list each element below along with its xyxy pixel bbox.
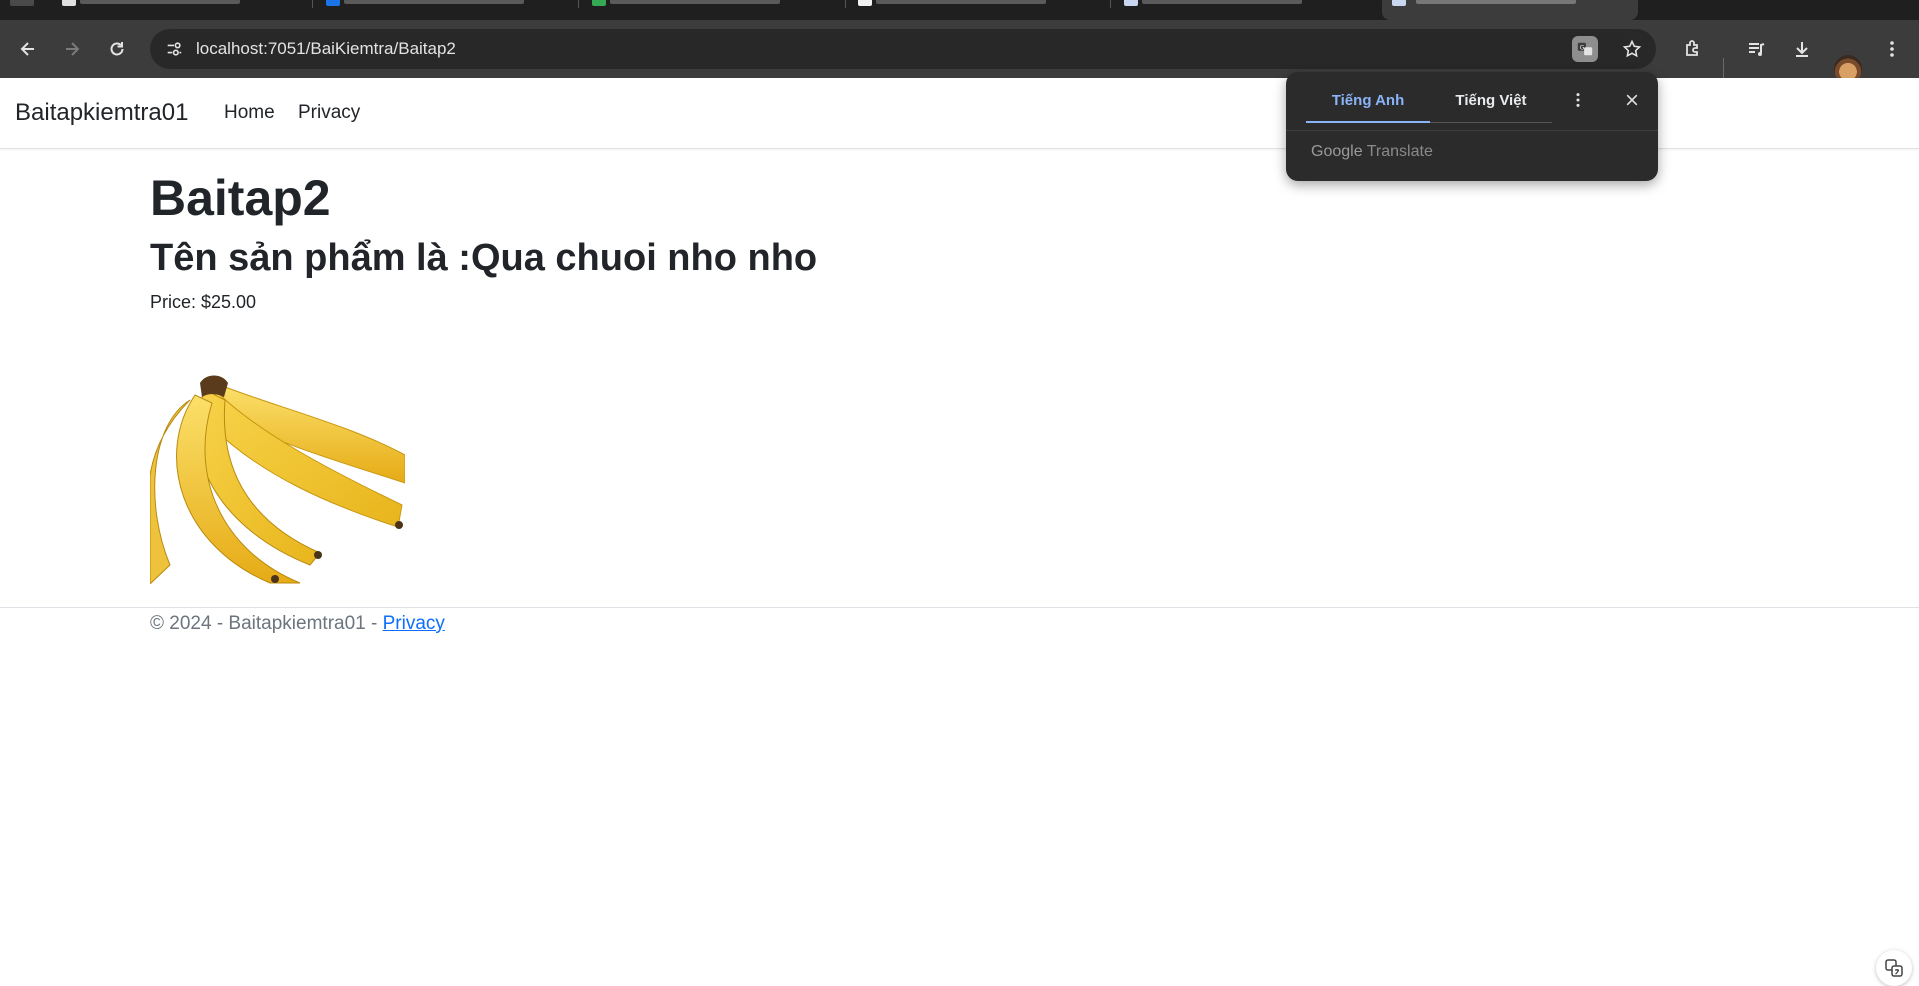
forward-icon — [66, 42, 80, 56]
menu-button[interactable] — [1876, 33, 1908, 65]
brand-google: Google — [1311, 143, 1363, 160]
site-footer: © 2024 - Baitapkiemtra01 - Privacy — [0, 607, 1919, 667]
more-vertical-icon — [1576, 93, 1580, 107]
site-info-icon — [167, 42, 182, 56]
product-heading: Tên sản phẩm là :Qua chuoi nho nho — [150, 237, 818, 279]
reload-button[interactable] — [101, 33, 133, 65]
page-icon — [1124, 0, 1138, 6]
media-icon — [1749, 43, 1765, 56]
footer-text: © 2024 - Baitapkiemtra01 - Privacy — [150, 613, 445, 635]
translate-icon — [1885, 959, 1903, 977]
tab-search[interactable] — [0, 0, 44, 20]
tab-1[interactable] — [56, 0, 306, 20]
nav-link-home[interactable]: Home — [224, 102, 275, 124]
media-button[interactable] — [1740, 33, 1772, 65]
tab-4[interactable] — [852, 0, 1102, 20]
popup-close-button[interactable] — [1616, 84, 1648, 116]
tab-strip — [0, 0, 1919, 20]
main-content: Baitap2 Tên sản phẩm là :Qua chuoi nho n… — [150, 170, 817, 313]
tab-5[interactable] — [1118, 0, 1368, 20]
tab-3[interactable] — [586, 0, 836, 20]
translate-button[interactable]: G — [1572, 36, 1598, 62]
footer-copyright: © 2024 - Baitapkiemtra01 - — [150, 613, 383, 634]
reload-icon — [110, 42, 124, 56]
bookmark-button[interactable] — [1620, 37, 1644, 61]
download-button[interactable] — [1786, 33, 1818, 65]
doc-icon — [326, 0, 340, 6]
toolbar-divider — [1723, 58, 1724, 80]
site-info-button[interactable] — [160, 35, 188, 63]
tab-vietnamese[interactable]: Tiếng Việt — [1430, 87, 1552, 123]
tab-active[interactable] — [1382, 0, 1638, 20]
navbar-brand[interactable]: Baitapkiemtra01 — [15, 99, 188, 127]
leaf-icon — [592, 0, 606, 6]
product-price: Price: $25.00 — [150, 292, 257, 312]
tab-2[interactable] — [320, 0, 570, 20]
footer-privacy-link[interactable]: Privacy — [383, 613, 445, 634]
google-translate-brand: Google Translate — [1311, 143, 1433, 161]
nav-link-privacy[interactable]: Privacy — [298, 102, 360, 124]
svg-text:G: G — [1580, 44, 1585, 51]
url-text[interactable]: localhost:7051/BaiKiemtra/Baitap2 — [196, 29, 456, 69]
extensions-icon — [1686, 40, 1698, 56]
translate-popup: Tiếng Anh Tiếng Việt Google Translate — [1286, 72, 1658, 181]
github-icon — [62, 0, 76, 6]
popup-options-button[interactable] — [1562, 84, 1594, 116]
page-translate-button[interactable] — [1876, 950, 1912, 986]
back-button[interactable] — [12, 33, 44, 65]
page-content: Baitapkiemtra01 Home Privacy Baitap2 Tên… — [0, 78, 1919, 986]
translate-icon: G — [1577, 42, 1593, 56]
star-icon — [1622, 39, 1642, 58]
address-bar[interactable]: localhost:7051/BaiKiemtra/Baitap2 G — [150, 29, 1656, 69]
popup-divider — [1286, 130, 1658, 131]
page-icon — [1392, 0, 1406, 6]
page-title: Baitap2 — [150, 170, 331, 226]
brand-translate: Translate — [1366, 143, 1433, 160]
extensions-button[interactable] — [1676, 33, 1708, 65]
download-icon — [1796, 42, 1808, 57]
banana-image — [150, 365, 405, 584]
page-icon — [858, 0, 872, 6]
menu-icon — [1890, 41, 1894, 57]
back-icon — [20, 42, 34, 56]
close-icon — [1626, 94, 1638, 106]
forward-button[interactable] — [56, 33, 88, 65]
tab-english[interactable]: Tiếng Anh — [1306, 87, 1430, 123]
